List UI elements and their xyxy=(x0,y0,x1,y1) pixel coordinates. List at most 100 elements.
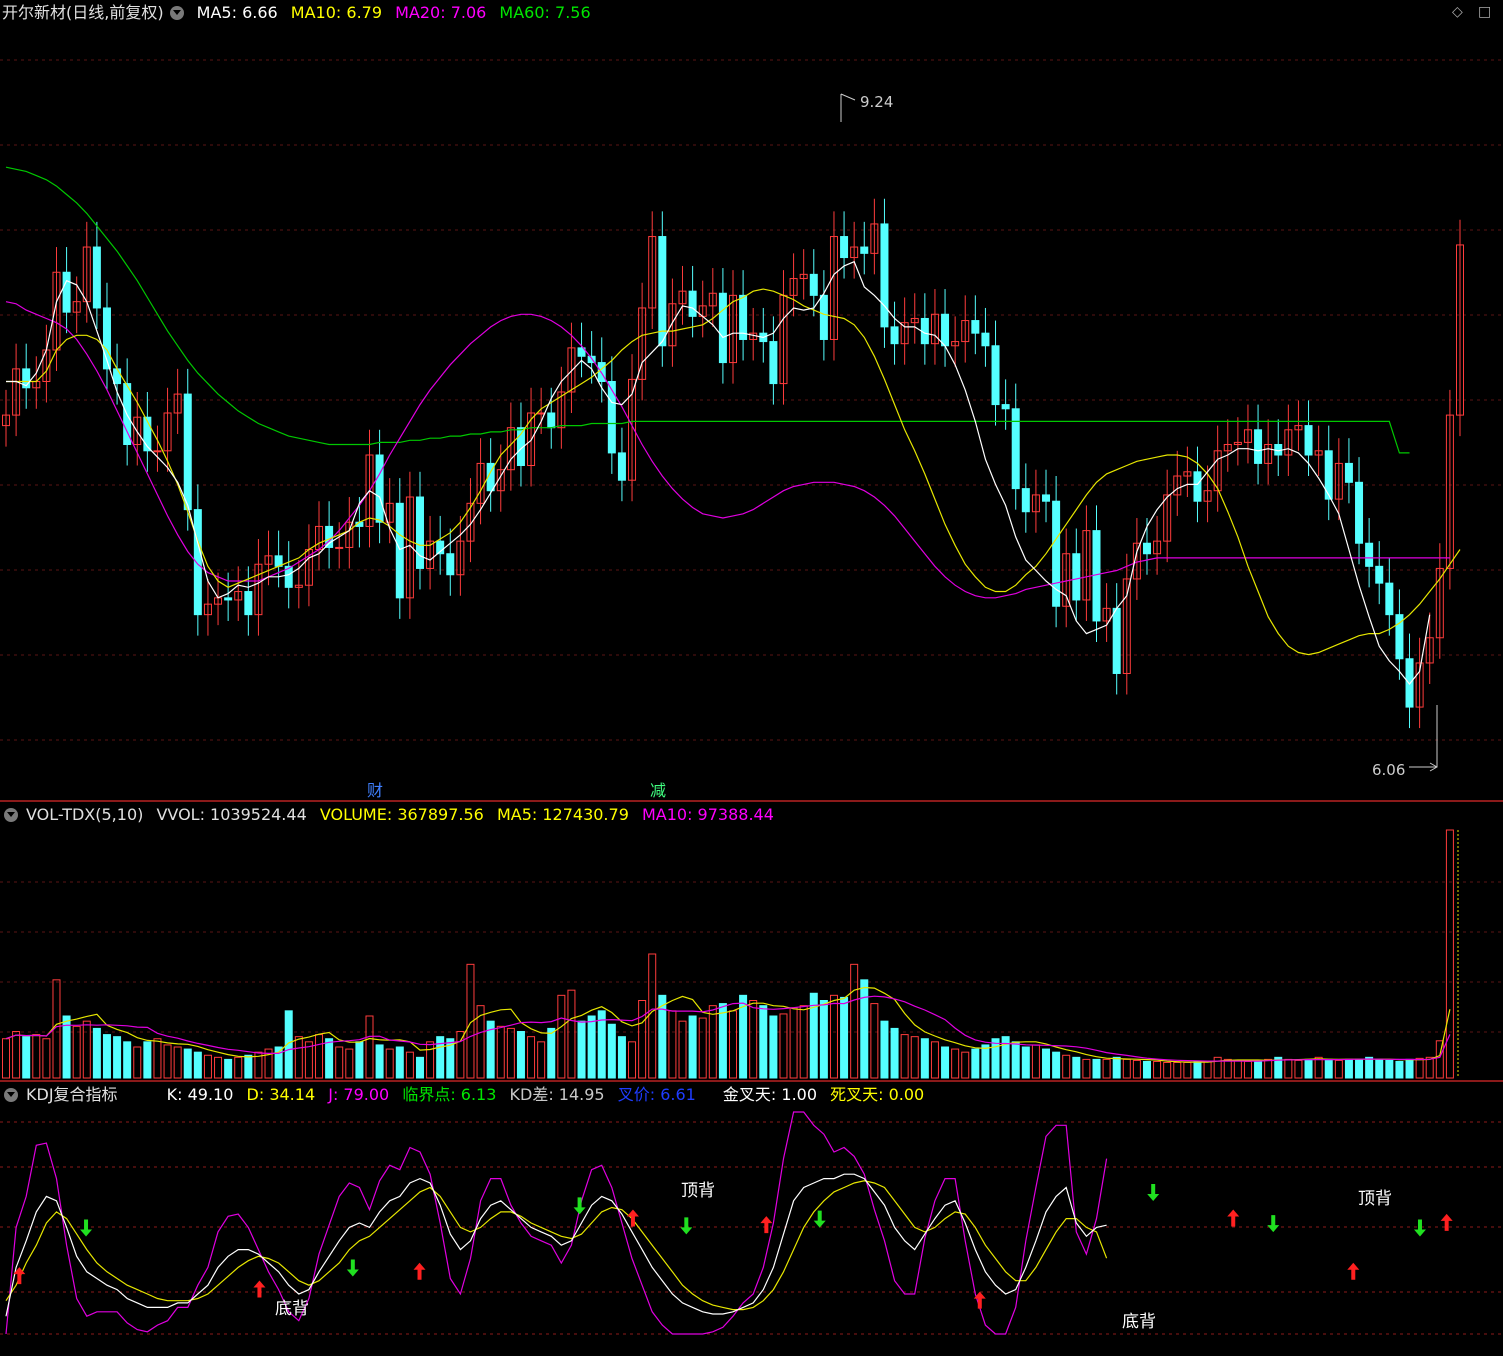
volume-bar xyxy=(961,1051,970,1079)
volume-bar xyxy=(143,1041,152,1079)
candle-body xyxy=(941,313,950,347)
candle-body xyxy=(880,223,889,328)
kdj-panel[interactable]: KDJ复合指标 K: 49.10 D: 34.14 J: 79.00 临界点: … xyxy=(0,1082,1503,1356)
candle-body xyxy=(415,496,424,569)
volume-bar xyxy=(981,1044,990,1079)
candle-body xyxy=(840,236,849,259)
death-cross-arrow xyxy=(1267,1215,1280,1233)
volume-bar xyxy=(951,1048,960,1079)
volume-bar xyxy=(153,1038,162,1079)
ma20-line xyxy=(5,301,1450,599)
candle-body xyxy=(1072,553,1081,601)
volume-bar xyxy=(991,1038,1000,1079)
volume-bar xyxy=(315,1034,324,1079)
candle-body xyxy=(1365,542,1374,567)
volume-panel[interactable]: VOL-TDX(5,10) VVOL: 1039524.44 VOLUME: 3… xyxy=(0,802,1503,1082)
volume-bar xyxy=(294,1036,303,1079)
death-cross-arrow xyxy=(813,1210,826,1228)
cross-price-label: 叉价: 6.61 xyxy=(617,1085,696,1104)
death-cross-arrow xyxy=(346,1259,359,1277)
ma5-line xyxy=(6,260,1431,685)
candle-body xyxy=(769,341,778,385)
divergence-label: 底背 xyxy=(1122,1312,1156,1332)
volume-bar xyxy=(1324,1058,1333,1079)
volume-bar xyxy=(749,1000,758,1079)
vol-ma10-label: MA10: 97388.44 xyxy=(641,805,774,824)
golden-cross-arrow xyxy=(1227,1209,1240,1227)
vvol-label: VVOL: 1039524.44 xyxy=(156,805,307,824)
price-panel[interactable]: 开尔新材(日线,前复权) MA5: 6.66 MA10: 6.79 MA20: … xyxy=(0,0,1503,802)
divergence-label: 顶背 xyxy=(1358,1189,1392,1209)
volume-bar xyxy=(819,1000,828,1079)
k-label: K: 49.10 xyxy=(166,1085,234,1104)
death-cross-arrow xyxy=(1147,1184,1160,1202)
candle-body xyxy=(446,553,455,576)
golden-cross-arrow xyxy=(1347,1262,1360,1280)
candle-body xyxy=(1355,481,1364,544)
volume-bar xyxy=(1112,1056,1121,1079)
volume-bar xyxy=(1425,1056,1434,1079)
volume-bar xyxy=(12,1031,21,1079)
ma60-line xyxy=(5,166,1410,454)
volume-bar xyxy=(22,1036,31,1079)
legend-dropdown-icon[interactable] xyxy=(169,5,184,20)
volume-bar xyxy=(123,1041,132,1079)
j-label: J: 79.00 xyxy=(328,1085,390,1104)
candle-body xyxy=(1021,488,1030,513)
price-chart: 9.24 6.06 财 减 xyxy=(0,59,1503,800)
ma20-label: MA20: 7.06 xyxy=(395,3,487,22)
volume-bar xyxy=(516,1031,525,1079)
volume-bar xyxy=(1173,1062,1182,1079)
volume-bar xyxy=(415,1056,424,1079)
volume-bar xyxy=(1203,1060,1212,1079)
volume-bar xyxy=(1122,1058,1131,1079)
volume-bar xyxy=(638,1000,647,1079)
candle-body xyxy=(971,320,980,334)
volume-bar xyxy=(1011,1041,1020,1079)
golden-cross-arrow xyxy=(626,1209,639,1227)
volume-bar xyxy=(183,1048,192,1079)
volume-bar xyxy=(506,1027,515,1079)
candle-body xyxy=(1254,429,1263,464)
kdj-chart: 底背 顶背底背 顶背 xyxy=(0,1111,1503,1335)
volume-bar xyxy=(203,1054,212,1079)
candle-body xyxy=(890,326,899,345)
event-marker: 财 xyxy=(367,781,383,800)
volume-bar xyxy=(2,1038,10,1079)
ma5-label: MA5: 6.66 xyxy=(196,3,278,22)
candle-body xyxy=(183,393,192,511)
candle-body xyxy=(860,246,869,254)
volume-bar xyxy=(92,1027,101,1079)
volume-bar xyxy=(1314,1056,1323,1079)
candle-body xyxy=(1112,607,1121,674)
volume-bar xyxy=(375,1044,384,1079)
price-legend: 开尔新材(日线,前复权) MA5: 6.66 MA10: 6.79 MA20: … xyxy=(2,1,599,25)
volume-bar xyxy=(193,1051,202,1079)
volume-bar xyxy=(577,1020,586,1079)
volume-legend: VOL-TDX(5,10) VVOL: 1039524.44 VOLUME: 3… xyxy=(2,803,782,827)
volume-bar xyxy=(335,1046,344,1079)
volume-bar xyxy=(840,996,849,1079)
death-cross-arrow xyxy=(1413,1219,1426,1237)
kd-diff-label: KD差: 14.95 xyxy=(509,1085,605,1104)
kdj-dropdown-icon[interactable] xyxy=(4,1087,18,1102)
volume-bar xyxy=(769,1015,778,1079)
volume-dropdown-icon[interactable] xyxy=(4,807,18,822)
divergence-label: 顶背 xyxy=(681,1181,715,1201)
volume-bar xyxy=(1163,1062,1172,1079)
volume-bar xyxy=(688,1015,697,1079)
volume-bar xyxy=(607,1023,616,1079)
volume-bar xyxy=(355,1041,364,1079)
volume-bar xyxy=(426,1041,435,1079)
volume-bar xyxy=(496,1025,505,1079)
candle-body xyxy=(224,597,233,601)
golden-cross-arrow xyxy=(253,1280,266,1298)
volume-bar xyxy=(244,1054,253,1079)
volume-bar xyxy=(214,1056,223,1079)
candle-body xyxy=(1142,542,1151,555)
volume-bar xyxy=(32,1034,41,1079)
candle-body xyxy=(658,236,667,347)
d-line xyxy=(5,1180,1108,1311)
volume-bar xyxy=(789,1007,798,1079)
volume-bar xyxy=(527,1036,536,1079)
